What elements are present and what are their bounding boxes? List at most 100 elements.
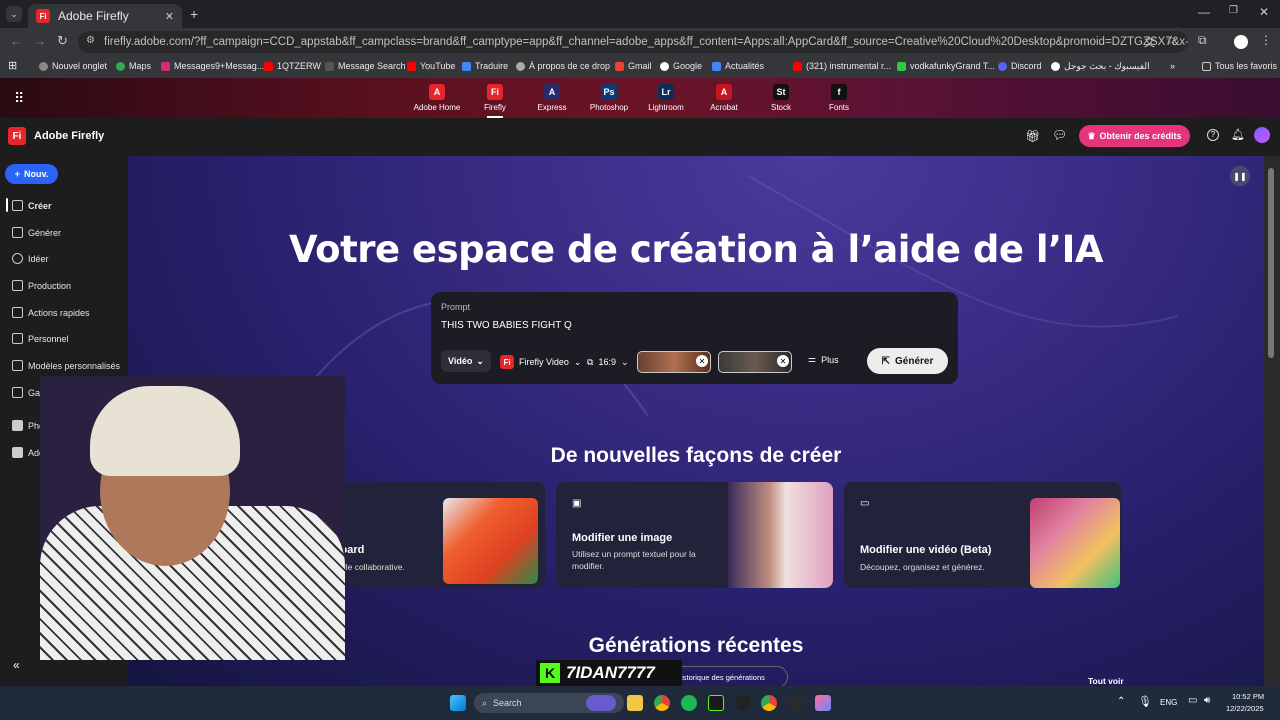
app-grid-icon[interactable]: ⠿ [14, 90, 24, 107]
sidebar-item-modeles[interactable]: Modèles personnalisés [12, 360, 120, 371]
bookmark-item[interactable]: À propos de ce drop [516, 61, 610, 71]
back-button[interactable]: ← [10, 34, 22, 48]
credits-button[interactable]: ♛ Obtenir des crédits [1079, 125, 1190, 147]
new-tab-button[interactable]: + [190, 6, 198, 22]
ratio-select-value: 16:9 [598, 357, 616, 367]
app-fonts[interactable]: f Fonts [809, 84, 869, 112]
user-avatar[interactable] [1254, 127, 1270, 143]
forward-button[interactable]: → [34, 34, 46, 48]
file-explorer-icon[interactable] [627, 695, 643, 711]
more-settings-button[interactable]: ⚌ Plus [808, 354, 839, 365]
language-indicator[interactable]: ENG [1160, 698, 1177, 707]
close-window-button[interactable]: ✕ [1259, 5, 1269, 19]
address-bar[interactable]: ⚙ firefly.adobe.com/?ff_campaign=CCD_app… [78, 31, 1188, 53]
reference-image-1[interactable]: ✕ [637, 351, 711, 373]
volume-icon[interactable]: 🔊︎ [1204, 695, 1210, 706]
ratio-select[interactable]: ⧉ 16:9 ⌄ [587, 354, 629, 370]
bookmark-item[interactable]: YouTube [407, 61, 455, 71]
generate-button[interactable]: ⇱ Générer [867, 348, 948, 374]
profile-avatar[interactable] [1234, 35, 1248, 49]
reference-image-2[interactable]: ✕ [718, 351, 792, 373]
bookmark-item[interactable]: Message Search [325, 61, 406, 71]
reload-button[interactable]: ↻ [57, 33, 68, 49]
bookmark-item[interactable]: Google [660, 61, 702, 71]
sliders-icon: ⚌ [808, 354, 817, 364]
notifications-icon[interactable]: 🔔︎ [1231, 128, 1245, 141]
obs-icon[interactable] [708, 695, 724, 711]
app-photoshop[interactable]: Ps Photoshop [579, 84, 639, 112]
bookmark-item[interactable]: Gmail [615, 61, 652, 71]
app-express[interactable]: A Express [522, 84, 582, 112]
microphone-icon[interactable]: 🎙︎ [1138, 695, 1152, 708]
tab-close-icon[interactable]: ✕ [165, 10, 174, 23]
sidebar-item-creer[interactable]: Créer [12, 200, 52, 211]
sidebar-item-generer[interactable]: Générer [12, 227, 61, 238]
app-stock[interactable]: St Stock [751, 84, 811, 112]
new-button[interactable]: + Nouv. [5, 164, 58, 184]
app-firefly[interactable]: Fi Firefly [465, 84, 525, 118]
bookmark-item[interactable]: Messages9+Messag... [161, 61, 264, 71]
clock-time[interactable]: 10:52 PM [1232, 692, 1264, 701]
tab-adobe-firefly[interactable]: Fi Adobe Firefly ✕ [28, 4, 182, 28]
page-scrollbar[interactable] [1264, 156, 1280, 686]
bookmark-item[interactable]: vodkafunkyGrand T... [897, 61, 995, 71]
chrome-icon[interactable] [761, 695, 777, 711]
type-select[interactable]: Vidéo ⌄ [441, 350, 491, 372]
generate-icon [12, 227, 23, 238]
bookmark-item[interactable]: Discord [998, 61, 1042, 71]
gift-icon[interactable]: 🎁︎ [1025, 129, 1040, 143]
sidebar-item-actions-rapides[interactable]: Actions rapides [12, 307, 90, 318]
site-info-icon[interactable]: ⚙ [86, 35, 95, 46]
clock-date[interactable]: 12/22/2025 [1226, 704, 1264, 713]
bookmark-label: YouTube [420, 61, 456, 71]
collapse-sidebar-icon[interactable]: « [13, 658, 20, 672]
network-icon[interactable]: ▭ [1188, 695, 1197, 706]
see-all-link[interactable]: Tout voir [1088, 676, 1124, 686]
windows-start-icon[interactable] [450, 695, 466, 711]
remove-image-icon[interactable]: ✕ [777, 355, 789, 367]
bookmark-item[interactable]: Actualités [712, 61, 764, 71]
tab-search-button[interactable]: ⌄ [6, 6, 22, 22]
app-lightroom[interactable]: Lr Lightroom [636, 84, 696, 112]
bookmark-item[interactable]: Maps [116, 61, 151, 71]
sidebar-item-label: Personnel [28, 333, 69, 344]
browser-menu-icon[interactable]: ⋮ [1260, 33, 1272, 47]
more-bookmarks-icon[interactable]: » [1170, 61, 1175, 71]
bookmark-item[interactable]: الفيسبوك - بحث جوجل [1051, 61, 1150, 72]
pause-animation-button[interactable]: ❚❚ [1230, 166, 1250, 186]
translate-icon[interactable]: 文 [1144, 34, 1155, 50]
chat-icon[interactable]: 💬︎ [1052, 128, 1067, 142]
app-icon[interactable] [815, 695, 831, 711]
all-bookmarks[interactable]: Tous les favoris [1202, 61, 1277, 71]
spotify-icon[interactable] [681, 695, 697, 711]
minimize-button[interactable]: — [1198, 5, 1210, 19]
sidebar-item-production[interactable]: Production [12, 280, 71, 291]
prompt-input[interactable]: THIS TWO BABIES FIGHT Q [441, 320, 941, 331]
sidebar-item-ideer[interactable]: Idéer [12, 253, 49, 264]
bookmark-item[interactable]: 1QTZERW [264, 61, 321, 71]
sidebar-item-label: Production [28, 280, 72, 291]
restore-button[interactable]: ❐ [1229, 5, 1238, 16]
chrome-icon[interactable] [654, 695, 670, 711]
bookmark-item[interactable]: Nouvel onglet [39, 61, 107, 71]
card-edit-image[interactable]: ▣ Modifier une image Utilisez un prompt … [556, 482, 833, 588]
app-adobe-home[interactable]: A Adobe Home [407, 84, 467, 112]
epic-games-icon[interactable] [788, 695, 804, 711]
extensions-icon[interactable]: ⧉ [1198, 33, 1207, 48]
help-icon[interactable]: ? [1207, 129, 1219, 141]
chevron-down-icon: ⌄ [620, 356, 629, 367]
bookmark-star-icon[interactable]: ☆ [1166, 33, 1177, 47]
widget-icon[interactable] [586, 695, 616, 711]
app-acrobat[interactable]: A Acrobat [694, 84, 754, 112]
tray-chevron-icon[interactable]: ⌃ [1117, 696, 1125, 707]
bookmark-item[interactable]: Traduire [462, 61, 508, 71]
remove-image-icon[interactable]: ✕ [696, 355, 708, 367]
bookmark-item[interactable]: (321) instrumental r... [793, 61, 891, 71]
firefly-logo-icon: Fi [487, 84, 503, 100]
scrollbar-thumb[interactable] [1268, 168, 1274, 358]
apps-grid-icon[interactable]: ⊞ [8, 59, 17, 72]
app-icon[interactable] [735, 695, 751, 711]
model-select[interactable]: Fi Firefly Video ⌄ [500, 354, 581, 370]
card-edit-video[interactable]: ▭ Modifier une vidéo (Beta) Découpez, or… [844, 482, 1121, 588]
sidebar-item-personnel[interactable]: Personnel [12, 333, 69, 344]
